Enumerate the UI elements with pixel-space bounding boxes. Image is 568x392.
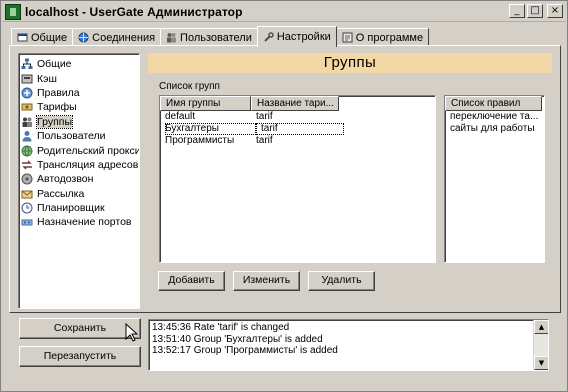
restart-button[interactable]: Перезапустить [19, 346, 141, 367]
cache-icon [21, 73, 33, 85]
sidebar-item-mailing[interactable]: Рассылка [21, 187, 137, 201]
app-window: localhost - UserGate Администратор _ □ ×… [0, 0, 568, 392]
table-row[interactable]: Бухгалтеры tarif [160, 123, 435, 135]
sidebar-item-port-mapping[interactable]: Назначение портов [21, 215, 137, 229]
users-icon [166, 32, 177, 43]
log-entry: 13:51:40 Group 'Бухгалтеры' is added [152, 333, 323, 345]
rule-name-cell: сайты для работы [450, 123, 535, 134]
tab-settings[interactable]: Настройки [256, 26, 337, 47]
tab-connections-label: Соединения [92, 31, 156, 44]
log-entry: 13:45:36 Rate 'tarif' is changed [152, 322, 290, 333]
maximize-button[interactable]: □ [527, 4, 543, 18]
user-icon [21, 130, 33, 142]
log-scrollbar[interactable]: ▲ ▼ [533, 320, 548, 370]
rules-table[interactable]: Список правил переключение та... сайты д… [444, 95, 545, 263]
network-icon [78, 32, 89, 43]
usergate-app-icon [5, 3, 21, 20]
rules-icon [21, 87, 33, 99]
sidebar-item-label: Планировщик [37, 202, 105, 215]
mailing-icon [21, 188, 33, 200]
event-log[interactable]: 13:45:36 Rate 'tarif' is changed 13:51:4… [148, 319, 549, 371]
sidebar-item-users[interactable]: Пользователи [21, 129, 137, 143]
port-mapping-icon [21, 216, 33, 228]
scroll-down-icon[interactable]: ▼ [534, 356, 548, 370]
sidebar-item-label: Рассылка [37, 187, 85, 200]
sidebar-item-general[interactable]: Общие [21, 57, 137, 71]
parent-proxy-icon [21, 145, 33, 157]
close-button[interactable]: × [547, 4, 563, 18]
settings-sidebar: Общие Кэш Правила Тарифы Группы Пользова… [18, 53, 140, 309]
network-tree-icon [21, 58, 33, 70]
tab-settings-label: Настройки [276, 31, 331, 43]
sidebar-item-autodial[interactable]: Автодозвон [21, 172, 137, 186]
tariff-name-cell: tarif [256, 135, 273, 146]
tab-connections[interactable]: Соединения [72, 28, 162, 46]
autodial-icon [21, 173, 33, 185]
tab-users[interactable]: Пользователи [160, 28, 258, 46]
sidebar-item-scheduler[interactable]: Планировщик [21, 201, 137, 215]
groups-caption: Список групп [159, 81, 220, 92]
tab-users-label: Пользователи [180, 31, 252, 44]
sidebar-item-cache[interactable]: Кэш [21, 71, 137, 85]
sidebar-item-rules[interactable]: Правила [21, 86, 137, 100]
mouse-cursor-icon [125, 323, 139, 342]
sidebar-item-label: Общие [37, 58, 72, 71]
log-entry: 13:52:17 Group 'Программисты' is added [152, 345, 338, 356]
groups-icon [21, 116, 33, 128]
scheduler-icon [21, 202, 33, 214]
tools-icon [263, 31, 274, 43]
group-name-cell: Бухгалтеры [165, 123, 256, 135]
table-row[interactable]: Программисты tarif [160, 135, 435, 147]
delete-group-button[interactable]: Удалить [308, 271, 375, 291]
sidebar-item-label: Трансляция адресов [37, 158, 139, 171]
save-button[interactable]: Сохранить [19, 318, 141, 339]
sidebar-item-tariffs[interactable]: Тарифы [21, 100, 137, 114]
sidebar-item-label: Тарифы [37, 101, 77, 114]
table-row[interactable]: переключение та... [445, 111, 544, 123]
main-tabs: Общие Соединения Пользователи Настройки … [11, 26, 430, 47]
table-row[interactable]: default tarif [160, 111, 435, 123]
tariff-name-cell: tarif [256, 123, 344, 135]
log-lines: 13:45:36 Rate 'tarif' is changed 13:51:4… [152, 322, 338, 357]
tab-about[interactable]: О программе [335, 28, 430, 46]
group-name-cell: default [165, 111, 196, 122]
tab-general[interactable]: Общие [11, 28, 74, 46]
page-title: Группы [148, 53, 552, 73]
address-translation-icon [21, 159, 33, 171]
sidebar-item-label: Кэш [37, 72, 57, 85]
tab-general-label: Общие [31, 31, 68, 44]
add-group-button[interactable]: Добавить [158, 271, 225, 291]
rule-name-cell: переключение та... [450, 111, 539, 122]
sidebar-item-label: Правила [37, 86, 80, 99]
sidebar-item-parent-proxy[interactable]: Родительский прокси [21, 143, 140, 157]
info-icon [342, 32, 353, 43]
column-header-group-name[interactable]: Имя группы [160, 96, 251, 111]
settings-tab-icon [17, 32, 28, 43]
sidebar-item-label: Назначение портов [37, 216, 132, 229]
edit-group-button[interactable]: Изменить [233, 271, 300, 291]
group-name-cell: Программисты [165, 135, 235, 146]
sidebar-item-groups[interactable]: Группы [21, 114, 137, 129]
groups-table[interactable]: Имя группы Название тари... default tari… [159, 95, 436, 263]
column-header-rules[interactable]: Список правил [445, 96, 542, 111]
tariff-name-cell: tarif [256, 111, 273, 122]
tab-about-label: О программе [355, 31, 424, 44]
sidebar-item-label: Родительский прокси [37, 144, 140, 157]
title-bar[interactable]: localhost - UserGate Администратор _ □ × [2, 2, 566, 22]
sidebar-item-nat[interactable]: Трансляция адресов [21, 158, 139, 172]
tariff-icon [21, 101, 33, 113]
window-controls: _ □ × [509, 4, 563, 18]
sidebar-item-label: Автодозвон [37, 173, 94, 186]
scroll-up-icon[interactable]: ▲ [534, 320, 548, 334]
rules-table-header: Список правил [445, 96, 544, 111]
table-row[interactable]: сайты для работы [445, 123, 544, 135]
sidebar-item-label: Группы [36, 114, 73, 129]
window-title: localhost - UserGate Администратор [25, 4, 243, 19]
column-header-tariff-name[interactable]: Название тари... [251, 96, 339, 111]
minimize-button[interactable]: _ [509, 4, 525, 18]
sidebar-item-label: Пользователи [37, 130, 106, 143]
groups-table-header: Имя группы Название тари... [160, 96, 435, 111]
